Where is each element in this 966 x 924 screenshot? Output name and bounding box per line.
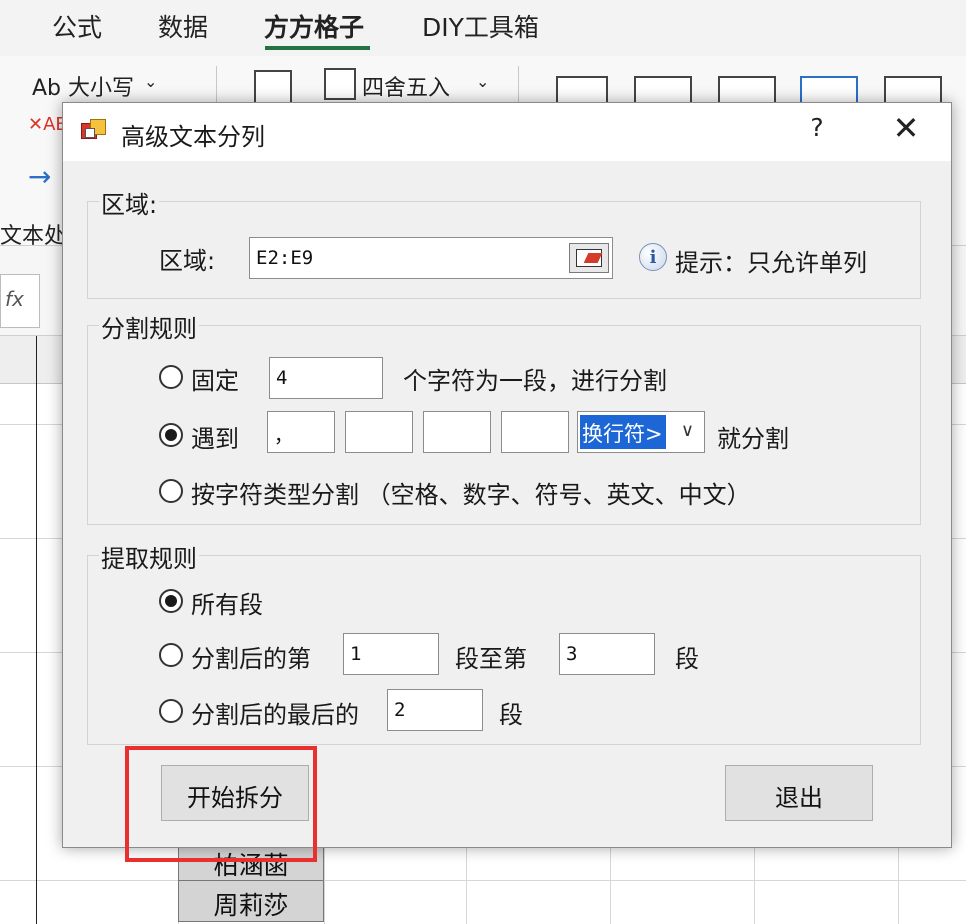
round-icon <box>324 68 356 100</box>
active-tab-indicator <box>265 46 370 50</box>
split-rules-label: 分割规则 <box>99 309 199 344</box>
meet-radio[interactable] <box>159 423 183 447</box>
range-suffix: 段 <box>675 645 699 673</box>
char-type-label: 按字符类型分割 （空格、数字、符号、英文、中文） <box>191 481 751 509</box>
ribbon-tab-bar: 公式 数据 方方格子 DIY工具箱 <box>0 0 966 56</box>
function-icon[interactable]: fx <box>0 274 40 328</box>
meet-suffix: 就分割 <box>717 425 789 453</box>
range-to-input[interactable]: 3 <box>559 633 655 675</box>
highlight-box <box>125 746 317 862</box>
last-segments-radio[interactable] <box>159 699 183 723</box>
all-segments-label: 所有段 <box>191 591 263 619</box>
dialog-title: 高级文本分列 <box>121 123 265 151</box>
delimiter-input-4[interactable] <box>501 411 569 453</box>
region-field-label: 区域: <box>159 247 216 275</box>
delimiter-select-value: 换行符> <box>580 415 666 449</box>
tab-fangfang[interactable]: 方方格子 <box>264 8 364 44</box>
arrow-right-icon[interactable]: → <box>28 160 51 193</box>
char-type-radio[interactable] <box>159 479 183 503</box>
region-group-label: 区域: <box>99 185 160 220</box>
dialog-titlebar[interactable]: 高级文本分列 ? ✕ <box>63 103 951 161</box>
meet-label: 遇到 <box>191 425 239 453</box>
exit-button[interactable]: 退出 <box>725 765 873 821</box>
fixed-radio[interactable] <box>159 365 183 389</box>
range-mid-label: 段至第 <box>455 645 527 673</box>
chevron-down-icon: ∨ <box>680 420 694 441</box>
close-button[interactable]: ✕ <box>881 109 931 153</box>
all-segments-radio[interactable] <box>159 589 183 613</box>
tab-diy-toolbox[interactable]: DIY工具箱 <box>422 8 539 44</box>
case-button[interactable]: Ab 大小写 <box>32 70 134 102</box>
fixed-label: 固定 <box>191 367 239 395</box>
tab-data[interactable]: 数据 <box>158 8 208 44</box>
last-segments-label: 分割后的最后的 <box>191 701 359 729</box>
range-picker-icon[interactable] <box>569 243 609 273</box>
round-button[interactable]: 四舍五入 <box>362 70 450 102</box>
cell-name[interactable]: 周莉莎 <box>178 880 324 922</box>
chevron-down-icon: ⌄ <box>476 72 490 91</box>
last-count-input[interactable]: 2 <box>387 689 483 731</box>
delimiter-input-3[interactable] <box>423 411 491 453</box>
info-icon: i <box>639 243 667 271</box>
chevron-down-icon: ⌄ <box>144 72 158 91</box>
delimiter-input-1[interactable]: ， <box>267 411 335 453</box>
advanced-text-split-dialog: 高级文本分列 ? ✕ 区域: 区域: E2:E9 i 提示：只允许单列 分割规则… <box>62 102 952 848</box>
tab-formulas[interactable]: 公式 <box>52 8 102 44</box>
last-suffix: 段 <box>499 701 523 729</box>
segment-range-radio[interactable] <box>159 643 183 667</box>
fixed-suffix: 个字符为一段，进行分割 <box>403 367 667 395</box>
region-hint: 提示：只允许单列 <box>675 249 867 277</box>
delimiter-input-2[interactable] <box>345 411 413 453</box>
range-from-input[interactable]: 1 <box>343 633 439 675</box>
help-button[interactable]: ? <box>799 113 835 151</box>
fixed-count-input[interactable]: 4 <box>269 357 383 399</box>
delimiter-select[interactable]: 换行符> ∨ <box>577 411 705 453</box>
app-icon <box>81 119 107 143</box>
segment-range-label: 分割后的第 <box>191 645 311 673</box>
extract-rules-label: 提取规则 <box>99 539 199 574</box>
region-input[interactable]: E2:E9 <box>249 237 613 279</box>
